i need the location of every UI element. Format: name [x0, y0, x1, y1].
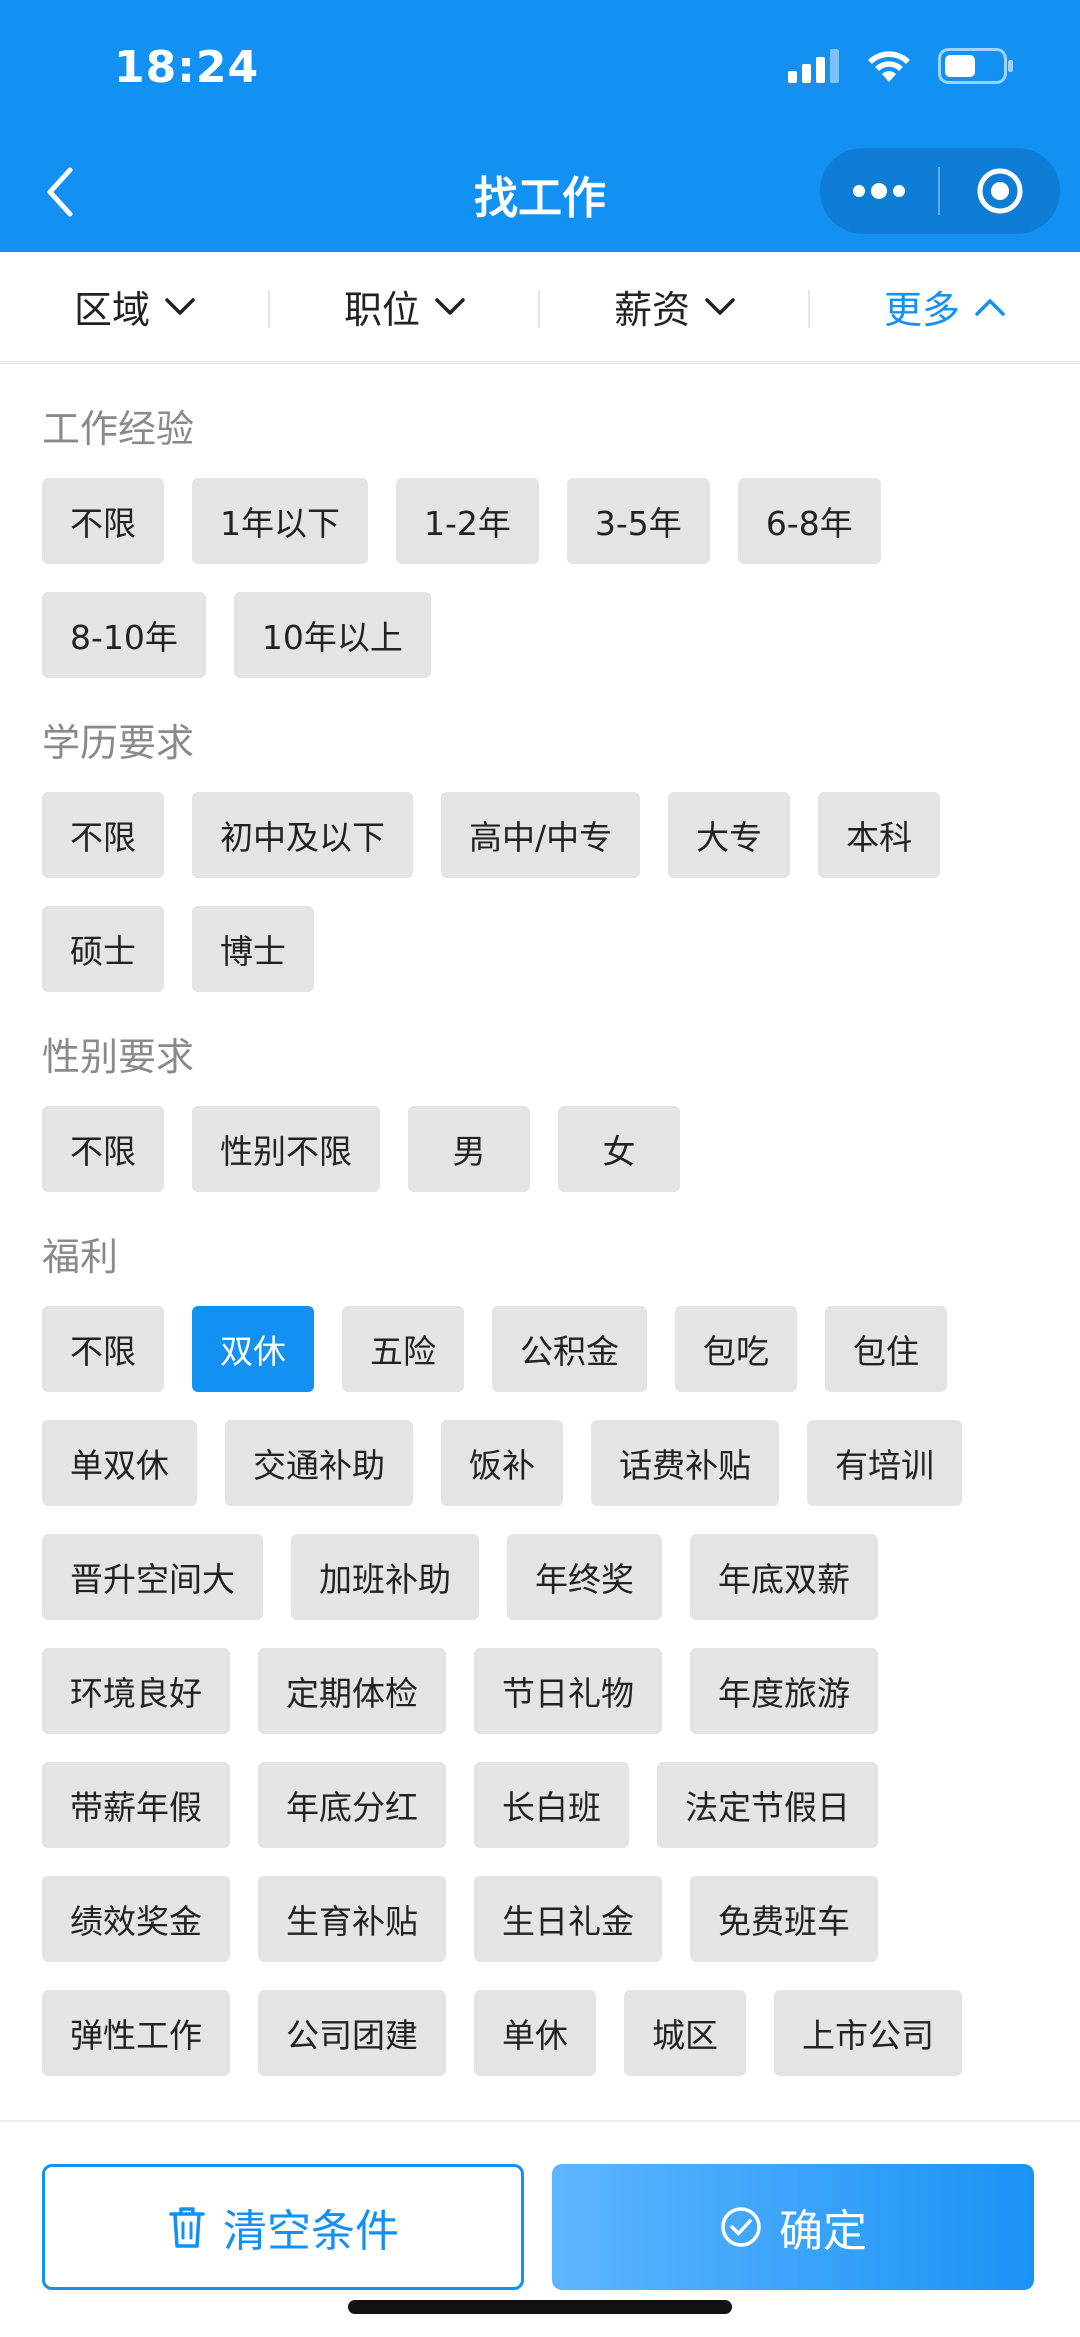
mini-program-capsule: [820, 148, 1060, 234]
chevron-up-icon: [975, 298, 1005, 316]
wifi-icon: [868, 51, 910, 82]
filter-tag[interactable]: 8-10年: [42, 592, 206, 678]
confirm-button[interactable]: 确定: [552, 2164, 1034, 2290]
close-mini-program-button[interactable]: [940, 148, 1060, 234]
filter-tag[interactable]: 话费补贴: [591, 1420, 779, 1506]
target-icon: [977, 168, 1023, 214]
trash-icon: [169, 2207, 205, 2248]
filter-tag[interactable]: 单双休: [42, 1420, 197, 1506]
filter-tab-label: 职位: [343, 288, 420, 332]
filter-tag[interactable]: 初中及以下: [192, 792, 413, 878]
filter-tag[interactable]: 高中/中专: [441, 792, 641, 878]
tag-list: 不限 1年以下 1-2年 3-5年 6-8年 8-10年 10年以上: [42, 478, 1052, 678]
more-dots-icon: [853, 183, 905, 199]
chevron-down-icon: [435, 297, 465, 315]
clear-conditions-label: 清空条件: [223, 2206, 399, 2257]
filter-tag[interactable]: 晋升空间大: [42, 1534, 263, 1620]
filter-tag[interactable]: 加班补助: [291, 1534, 479, 1620]
filter-tag[interactable]: 性别不限: [192, 1106, 380, 1192]
status-icons: [788, 48, 1014, 84]
filter-tag[interactable]: 博士: [192, 906, 314, 992]
filter-tag[interactable]: 绩效奖金: [42, 1876, 230, 1962]
filter-tab-salary[interactable]: 薪资: [540, 252, 810, 361]
filter-tag[interactable]: 硕士: [42, 906, 164, 992]
filter-tab-label: 薪资: [613, 288, 690, 332]
tag-list: 不限 初中及以下 高中/中专 大专 本科硕士 博士: [42, 792, 1052, 992]
filter-tag[interactable]: 年终奖: [507, 1534, 662, 1620]
filter-tag[interactable]: 双休: [192, 1306, 314, 1392]
filter-bar: 区域 职位 薪资 更多: [0, 252, 1080, 364]
filter-tag[interactable]: 节日礼物: [474, 1648, 662, 1734]
filter-tag[interactable]: 1年以下: [192, 478, 368, 564]
filter-tag[interactable]: 不限: [42, 792, 164, 878]
filter-tag[interactable]: 上市公司: [774, 1990, 962, 2076]
filter-tag[interactable]: 包住: [825, 1306, 947, 1392]
filter-tag[interactable]: 饭补: [441, 1420, 563, 1506]
filter-tag[interactable]: 带薪年假: [42, 1762, 230, 1848]
filter-tag[interactable]: 女: [558, 1106, 680, 1192]
filter-tag[interactable]: 不限: [42, 1106, 164, 1192]
filter-tab-label: 更多: [883, 288, 960, 332]
filter-tag[interactable]: 10年以上: [233, 592, 431, 678]
app-header: 18:24 找工作: [0, 0, 1080, 252]
confirm-label: 确定: [779, 2206, 867, 2257]
filter-options-panel[interactable]: 工作经验 不限 1年以下 1-2年 3-5年 6-8年 8-10年 10年以上 学历要求 不限 初中…: [0, 364, 1080, 2120]
filter-tag[interactable]: 环境良好: [42, 1648, 230, 1734]
tag-list: 不限 双休 五险 公积金 包吃 包住单双休 交通补助 饭补 话费补贴 有培训晋升空间大 加班补助 年终…: [42, 1306, 1052, 2076]
filter-tag[interactable]: 免费班车: [690, 1876, 878, 1962]
filter-tag[interactable]: 生育补贴: [258, 1876, 446, 1962]
clear-conditions-button[interactable]: 清空条件: [42, 2164, 524, 2290]
filter-tag[interactable]: 弹性工作: [42, 1990, 230, 2076]
filter-tag[interactable]: 单休: [474, 1990, 596, 2076]
check-circle-icon: [721, 2207, 761, 2247]
filter-tag[interactable]: 男: [408, 1106, 530, 1192]
filter-tag[interactable]: 本科: [818, 792, 941, 878]
section-title: 工作经验: [42, 407, 195, 451]
more-options-button[interactable]: [820, 148, 938, 234]
filter-tag[interactable]: 法定节假日: [657, 1762, 878, 1848]
filter-tag[interactable]: 定期体检: [258, 1648, 446, 1734]
filter-tab-more[interactable]: 更多: [810, 252, 1080, 361]
filter-tag[interactable]: 1-2年: [396, 478, 539, 564]
filter-tag[interactable]: 城区: [624, 1990, 746, 2076]
filter-tag[interactable]: 公积金: [492, 1306, 647, 1392]
filter-tab-area[interactable]: 区域: [0, 252, 270, 361]
filter-tag[interactable]: 包吃: [675, 1306, 797, 1392]
filter-tag[interactable]: 长白班: [474, 1762, 629, 1848]
filter-tag[interactable]: 3-5年: [566, 478, 710, 564]
section-title: 性别要求: [42, 1035, 195, 1079]
filter-tag[interactable]: 年底双薪: [690, 1534, 878, 1620]
signal-icon: [788, 49, 839, 83]
filter-section: 性别要求不限 性别不限男女: [42, 1038, 1080, 1192]
filter-section: 福利不限 双休 五险 公积金 包吃 包住单双休 交通补助 饭补 话费补贴 有培训晋升空间大 加班补助…: [42, 1238, 1080, 2076]
tag-list: 不限 性别不限男女: [42, 1106, 1052, 1192]
chevron-down-icon: [165, 297, 195, 315]
filter-tag[interactable]: 年底分红: [258, 1762, 446, 1848]
filter-tag[interactable]: 交通补助: [225, 1420, 413, 1506]
filter-tab-label: 区域: [73, 288, 150, 332]
battery-icon: [938, 48, 1013, 84]
section-title: 学历要求: [42, 721, 195, 765]
chevron-down-icon: [705, 297, 735, 315]
filter-tag[interactable]: 五险: [342, 1306, 464, 1392]
section-title: 福利: [42, 1235, 119, 1279]
filter-tag[interactable]: 年度旅游: [690, 1648, 878, 1734]
filter-tag[interactable]: 不限: [42, 478, 164, 564]
filter-section: 工作经验不限 1年以下 1-2年 3-5年 6-8年 8-10年 10年以上: [42, 410, 1080, 678]
filter-tag[interactable]: 大专: [668, 792, 791, 878]
filter-tag[interactable]: 公司团建: [258, 1990, 446, 2076]
filter-tag[interactable]: 生日礼金: [474, 1876, 662, 1962]
filter-tag[interactable]: 6-8年: [737, 478, 881, 564]
filter-tag[interactable]: 不限: [42, 1306, 164, 1392]
filter-section: 学历要求不限 初中及以下 高中/中专 大专 本科硕士 博士: [42, 724, 1080, 992]
home-indicator: [348, 2300, 732, 2314]
filter-tag[interactable]: 有培训: [807, 1420, 962, 1506]
filter-tab-position[interactable]: 职位: [270, 252, 540, 361]
status-time: 18:24: [114, 42, 260, 93]
